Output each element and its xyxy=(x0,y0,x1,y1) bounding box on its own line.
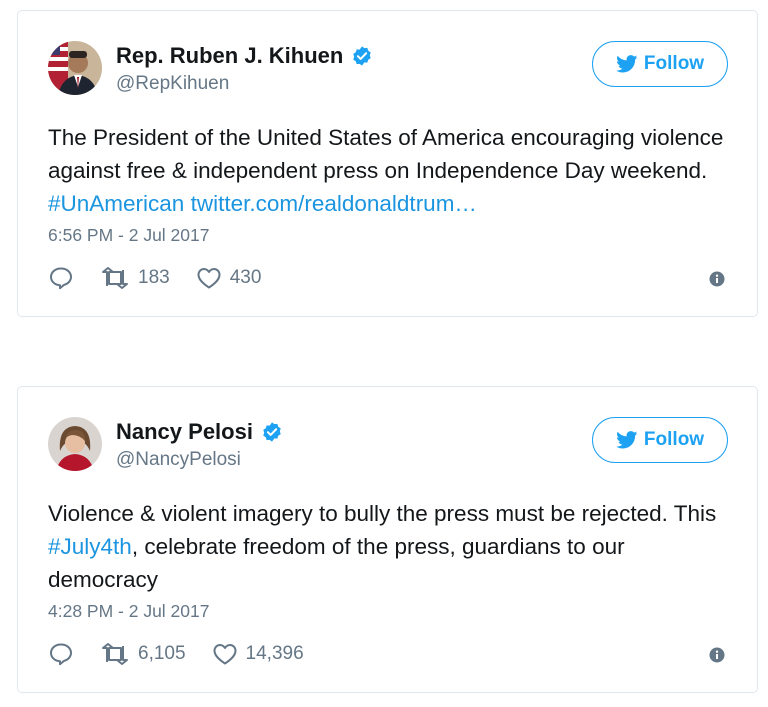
info-icon[interactable] xyxy=(709,271,725,287)
info-icon[interactable] xyxy=(709,647,725,663)
timestamp[interactable]: 6:56 PM - 2 Jul 2017 xyxy=(48,225,209,246)
like-button[interactable]: 14,396 xyxy=(212,642,304,666)
retweet-icon xyxy=(100,643,130,665)
reply-icon xyxy=(48,642,74,666)
reply-icon xyxy=(48,266,74,290)
follow-button[interactable]: Follow xyxy=(592,417,728,463)
avatar[interactable] xyxy=(48,41,102,95)
reply-button[interactable] xyxy=(48,642,74,666)
follow-label: Follow xyxy=(643,53,705,74)
follow-label: Follow xyxy=(643,429,705,450)
heart-icon xyxy=(196,266,222,290)
verified-badge-icon xyxy=(351,45,373,67)
display-name[interactable]: Nancy Pelosi xyxy=(116,419,253,445)
retweet-icon xyxy=(100,267,130,289)
hashtag-link[interactable]: #UnAmerican xyxy=(48,191,184,216)
timestamp[interactable]: 4:28 PM - 2 Jul 2017 xyxy=(48,601,209,622)
follow-button[interactable]: Follow xyxy=(592,41,728,87)
twitter-bird-icon xyxy=(616,431,638,449)
tweet-text: Violence & violent imagery to bully the … xyxy=(48,497,728,596)
retweet-button[interactable]: 6,105 xyxy=(100,643,186,665)
like-count: 14,396 xyxy=(245,643,304,664)
user-handle[interactable]: @NancyPelosi xyxy=(116,449,283,471)
tweet-card[interactable]: Rep. Ruben J. Kihuen @RepKihuen Follow T… xyxy=(17,10,758,317)
like-count: 430 xyxy=(229,267,262,288)
hashtag-link[interactable]: #July4th xyxy=(48,534,132,559)
user-handle[interactable]: @RepKihuen xyxy=(116,73,373,95)
like-button[interactable]: 430 xyxy=(196,266,262,290)
heart-icon xyxy=(212,642,238,666)
tweet-text-before: The President of the United States of Am… xyxy=(48,125,730,183)
verified-badge-icon xyxy=(261,421,283,443)
reply-button[interactable] xyxy=(48,266,74,290)
retweet-count: 183 xyxy=(138,267,170,288)
tweet-text-before: Violence & violent imagery to bully the … xyxy=(48,501,723,526)
tweet-card[interactable]: Nancy Pelosi @NancyPelosi Follow Violenc… xyxy=(17,386,758,693)
url-link[interactable]: twitter.com/realdonaldtrum… xyxy=(191,191,477,216)
retweet-button[interactable]: 183 xyxy=(100,267,170,289)
tweet-text-after: , celebrate freedom of the press, guardi… xyxy=(48,534,631,592)
retweet-count: 6,105 xyxy=(138,643,186,664)
twitter-bird-icon xyxy=(616,55,638,73)
avatar[interactable] xyxy=(48,417,102,471)
display-name[interactable]: Rep. Ruben J. Kihuen xyxy=(116,43,343,69)
tweet-text: The President of the United States of Am… xyxy=(48,121,728,220)
